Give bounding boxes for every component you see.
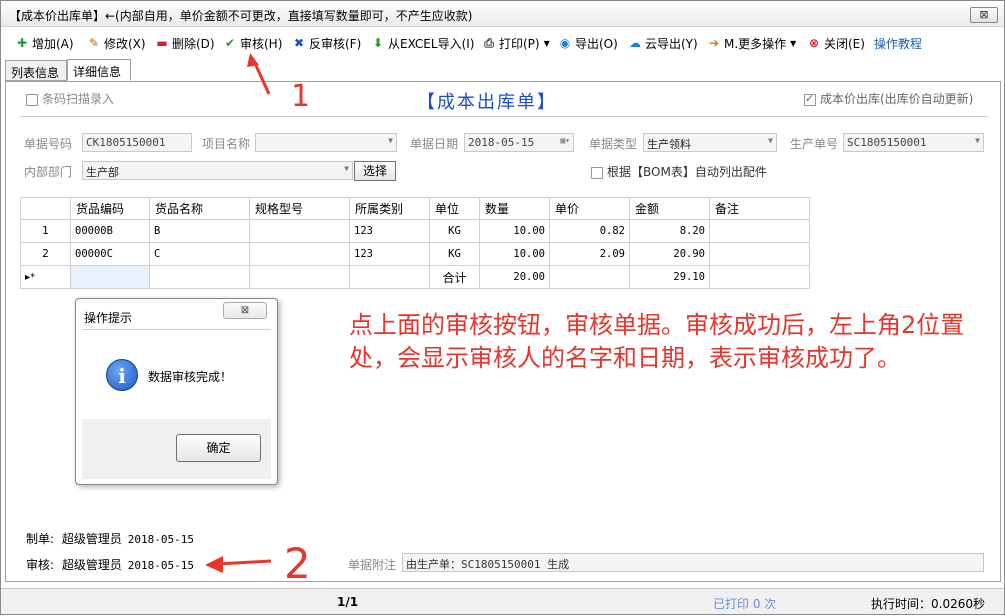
page-indicator: 1/1: [337, 595, 359, 609]
info-icon: i: [106, 359, 138, 391]
message-dialog: 操作提示 ⊠ i 数据审核完成！ 确定: [75, 298, 278, 485]
arrow-line: [216, 559, 272, 566]
print-count: 已打印 0 次: [713, 597, 777, 611]
status-bar: 1/1 已打印 0 次 执行时间：0.0260秒: [1, 588, 1004, 614]
ok-button[interactable]: 确定: [176, 434, 261, 462]
annotation-marker-2: 2: [284, 539, 311, 588]
dialog-message: 数据审核完成！: [148, 370, 233, 384]
annotation-arrow-2: [205, 556, 272, 573]
app-window: 【成本价出库单】←(内部自用，单价金额不可更改，直接填写数量即可，不产生应收款)…: [0, 0, 1005, 615]
dialog-title: 操作提示: [84, 311, 133, 325]
arrow-head: [247, 53, 259, 67]
annotation-arrow-1: [247, 53, 271, 95]
arrow-head: [205, 556, 223, 573]
exec-time: 执行时间：0.0260秒: [871, 597, 985, 611]
dialog-close-button[interactable]: ⊠: [223, 302, 267, 319]
annotation-marker-1: 1: [291, 79, 310, 114]
